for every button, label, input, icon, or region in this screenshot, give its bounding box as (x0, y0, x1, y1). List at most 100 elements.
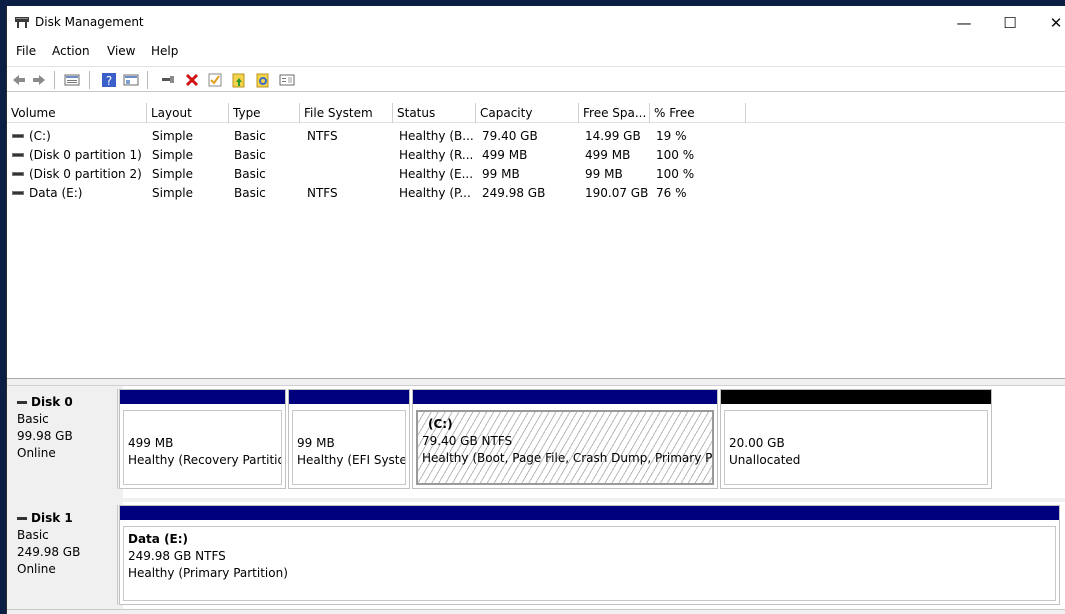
volume-row[interactable]: Data (E:) Simple Basic NTFS Healthy (P..… (7, 184, 1065, 203)
volume-percent-free: 100 % (656, 148, 695, 162)
volume-percent-free: 100 % (656, 167, 695, 181)
close-button[interactable]: ✕ (1033, 6, 1065, 40)
partition-body: Data (E:) 249.98 GB NTFS Healthy (Primar… (123, 526, 1056, 601)
console-icon[interactable] (279, 72, 295, 88)
partition-status: Healthy (Primary Partition) (128, 566, 288, 580)
volume-row[interactable]: (Disk 0 partition 2) Simple Basic Health… (7, 165, 1065, 184)
partition-body-selected: (C:) 79.40 GB NTFS Healthy (Boot, Page F… (416, 410, 714, 485)
partition-efi[interactable]: 99 MB Healthy (EFI System Partition) (288, 389, 410, 489)
list-view-icon[interactable] (64, 72, 80, 88)
disk-icon (17, 517, 27, 520)
volume-icon (12, 191, 24, 195)
column-type[interactable]: Type (229, 103, 300, 123)
title-bar: Disk Management — ☐ ✕ (7, 6, 1065, 40)
partition-body: 99 MB Healthy (EFI System Partition) (292, 410, 406, 485)
pane-splitter[interactable] (7, 378, 1065, 386)
column-free-space[interactable]: Free Spa... (579, 103, 650, 123)
maximize-button[interactable]: ☐ (987, 6, 1033, 40)
disk-1-size: 249.98 GB (17, 545, 81, 559)
toolbar-separator (54, 71, 55, 89)
volume-free-space: 99 MB (585, 167, 623, 181)
partition-size: 79.40 GB NTFS (422, 434, 513, 448)
partition-data-e[interactable]: Data (E:) 249.98 GB NTFS Healthy (Primar… (119, 505, 1060, 605)
volume-name: (Disk 0 partition 2) (29, 167, 142, 181)
volume-free-space: 14.99 GB (585, 129, 641, 143)
partition-bar-unallocated (721, 390, 991, 404)
disk-1-name: Disk 1 (31, 511, 73, 525)
disk-0-name: Disk 0 (31, 395, 73, 409)
volume-type: Basic (234, 186, 266, 200)
partition-bar (289, 390, 409, 404)
volume-name: (C:) (29, 129, 51, 143)
partition-status: Healthy (EFI System Partition) (297, 453, 405, 467)
check-icon[interactable] (207, 72, 223, 88)
partition-body: 499 MB Healthy (Recovery Partition) (123, 410, 282, 485)
volume-icon (12, 153, 24, 157)
volume-list-header: Volume Layout Type File System Status Ca… (7, 103, 1065, 123)
disk-0-type: Basic (17, 412, 49, 426)
volume-status: Healthy (E... (399, 167, 474, 181)
partition-bar (120, 506, 1059, 520)
explore-icon[interactable] (255, 72, 271, 88)
volume-free-space: 499 MB (585, 148, 631, 162)
partition-title: (C:) (428, 417, 453, 431)
column-capacity[interactable]: Capacity (476, 103, 579, 123)
volume-name: (Disk 0 partition 1) (29, 148, 142, 162)
menu-file[interactable]: File (16, 44, 36, 58)
partition-status: Healthy (Recovery Partition) (128, 453, 282, 467)
forward-icon[interactable] (31, 72, 47, 88)
disk-1-state: Online (17, 562, 56, 576)
column-volume[interactable]: Volume (7, 103, 147, 123)
disk-graphical-view: Disk 0 Basic 99.98 GB Online 499 MB Heal… (7, 386, 1065, 614)
volume-free-space: 190.07 GB (585, 186, 649, 200)
disk-name: Disk 1 (17, 510, 117, 527)
disk-0-state: Online (17, 446, 56, 460)
volume-capacity: 499 MB (482, 148, 528, 162)
partition-bar (120, 390, 285, 404)
help-icon[interactable]: ? (101, 72, 117, 88)
volume-layout: Simple (152, 186, 193, 200)
volume-list: Volume Layout Type File System Status Ca… (7, 103, 1065, 378)
connect-icon[interactable] (160, 72, 176, 88)
volume-name: Data (E:) (29, 186, 83, 200)
menu-action[interactable]: Action (52, 44, 90, 58)
column-layout[interactable]: Layout (147, 103, 229, 123)
column-status[interactable]: Status (393, 103, 476, 123)
disk-icon (17, 401, 27, 404)
properties-icon[interactable] (123, 72, 139, 88)
disk-1-row: Disk 1 Basic 249.98 GB Online Data (E:) … (7, 502, 1065, 608)
partition-c-drive[interactable]: (C:) 79.40 GB NTFS Healthy (Boot, Page F… (412, 389, 718, 489)
toolbar-separator (89, 71, 90, 89)
column-percent-free[interactable]: % Free (650, 103, 746, 123)
partition-unallocated[interactable]: 20.00 GB Unallocated (720, 389, 992, 489)
volume-file-system: NTFS (307, 129, 338, 143)
volume-row[interactable]: (Disk 0 partition 1) Simple Basic Health… (7, 146, 1065, 165)
toolbar-separator (147, 71, 148, 89)
volume-layout: Simple (152, 167, 193, 181)
window-title: Disk Management (35, 15, 144, 29)
partition-size: 499 MB (128, 436, 174, 450)
disk-management-app-icon (15, 17, 29, 28)
volume-status: Healthy (B... (399, 129, 474, 143)
volume-percent-free: 19 % (656, 129, 687, 143)
volume-status: Healthy (P... (399, 186, 471, 200)
partition-status: Healthy (Boot, Page File, Crash Dump, Pr… (422, 451, 712, 465)
partition-status: Unallocated (729, 453, 801, 467)
volume-row[interactable]: (C:) Simple Basic NTFS Healthy (B... 79.… (7, 127, 1065, 146)
delete-icon[interactable] (184, 72, 200, 88)
minimize-button[interactable]: — (941, 6, 987, 40)
partition-size: 20.00 GB (729, 436, 785, 450)
partition-recovery[interactable]: 499 MB Healthy (Recovery Partition) (119, 389, 286, 489)
back-icon[interactable] (11, 72, 27, 88)
volume-type: Basic (234, 167, 266, 181)
menu-view[interactable]: View (107, 44, 135, 58)
disk-0-label[interactable]: Disk 0 Basic 99.98 GB Online (10, 389, 118, 489)
volume-file-system: NTFS (307, 186, 338, 200)
partition-size: 249.98 GB NTFS (128, 549, 226, 563)
volume-icon (12, 134, 24, 138)
open-icon[interactable] (231, 72, 247, 88)
volume-percent-free: 76 % (656, 186, 687, 200)
disk-1-label[interactable]: Disk 1 Basic 249.98 GB Online (10, 505, 118, 605)
menu-help[interactable]: Help (151, 44, 178, 58)
column-file-system[interactable]: File System (300, 103, 393, 123)
